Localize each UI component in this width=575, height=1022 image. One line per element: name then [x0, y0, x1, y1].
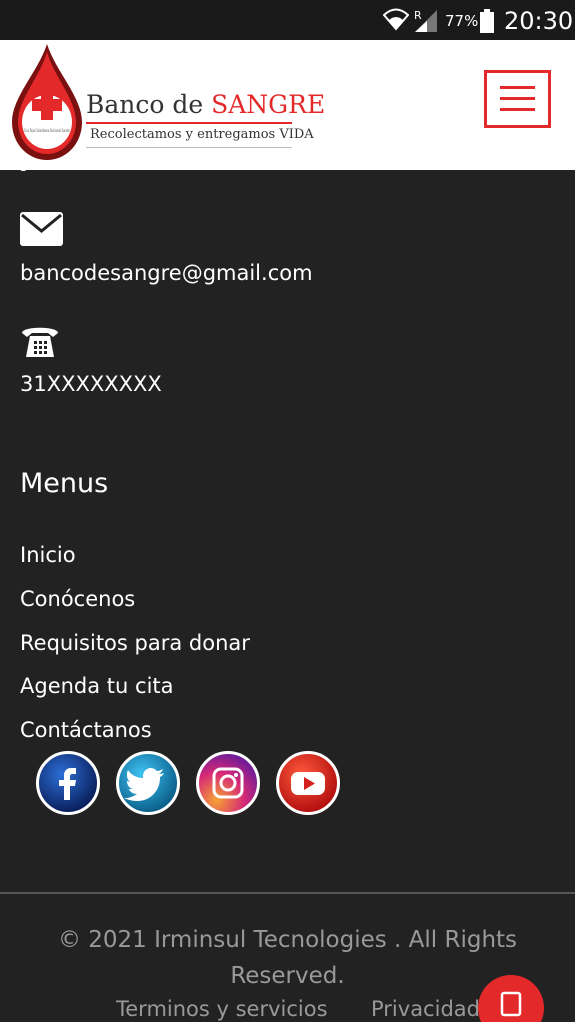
hamburger-menu-icon-bar	[500, 97, 535, 100]
signal-icon: R	[414, 9, 437, 32]
footer-content: s bancodesangre@gmail.com 31XXXXXXXX Men…	[0, 162, 575, 1022]
brand-accent: SANGRE	[211, 90, 326, 119]
brand-underline	[86, 122, 292, 124]
privacy-link[interactable]: Privacidad	[371, 997, 480, 1021]
copyright-text: © 2021 Irminsul Tecnologies . All Rights…	[57, 927, 518, 989]
brand-title[interactable]: Banco de SANGRE	[86, 90, 325, 119]
hamburger-menu-icon	[500, 86, 535, 89]
menu-link-agenda[interactable]: Agenda tu cita	[20, 674, 174, 698]
footer-divider	[0, 892, 575, 894]
terms-link[interactable]: Terminos y servicios	[116, 997, 328, 1021]
envelope-icon	[20, 212, 63, 246]
contact-phone[interactable]: 31XXXXXXXX	[20, 372, 162, 396]
brand-tagline: Recolectamos y entregamos VIDA	[90, 127, 314, 142]
facebook-icon	[59, 768, 76, 800]
youtube-icon	[291, 772, 325, 795]
battery-icon	[480, 9, 494, 33]
telephone-icon	[22, 327, 58, 357]
youtube-button[interactable]	[276, 751, 340, 815]
brand-prefix: Banco de	[86, 90, 212, 119]
square-icon	[500, 991, 522, 1017]
contact-email[interactable]: bancodesangre@gmail.com	[20, 261, 313, 285]
status-bar: R 77% 20:30	[0, 0, 575, 40]
partial-cropped-text: s	[20, 162, 28, 172]
menus-heading: Menus	[20, 468, 109, 499]
clock: 20:30	[504, 7, 574, 35]
twitter-button[interactable]	[116, 751, 180, 815]
hamburger-menu-button[interactable]	[484, 70, 551, 128]
instagram-icon	[212, 767, 244, 799]
instagram-button[interactable]	[196, 751, 260, 815]
floating-action-button[interactable]	[478, 975, 544, 1022]
facebook-button[interactable]	[36, 751, 100, 815]
wifi-icon	[383, 8, 409, 31]
blood-drop-red-cross-icon[interactable]: Cruz Roja Colombiana Seccional Sonsón	[10, 42, 84, 162]
tagline-underline	[86, 147, 292, 148]
network-indicator: R	[414, 9, 422, 22]
twitter-icon	[124, 768, 164, 801]
menu-link-requisitos[interactable]: Requisitos para donar	[20, 631, 250, 655]
menu-link-conocenos[interactable]: Conócenos	[20, 587, 135, 611]
logo-caption: Cruz Roja Colombiana Seccional Sonsón	[24, 128, 70, 133]
hamburger-menu-icon-bar	[500, 108, 535, 111]
menu-link-inicio[interactable]: Inicio	[20, 543, 76, 567]
battery-percentage: 77%	[445, 12, 479, 30]
menu-link-contactanos[interactable]: Contáctanos	[20, 718, 152, 742]
